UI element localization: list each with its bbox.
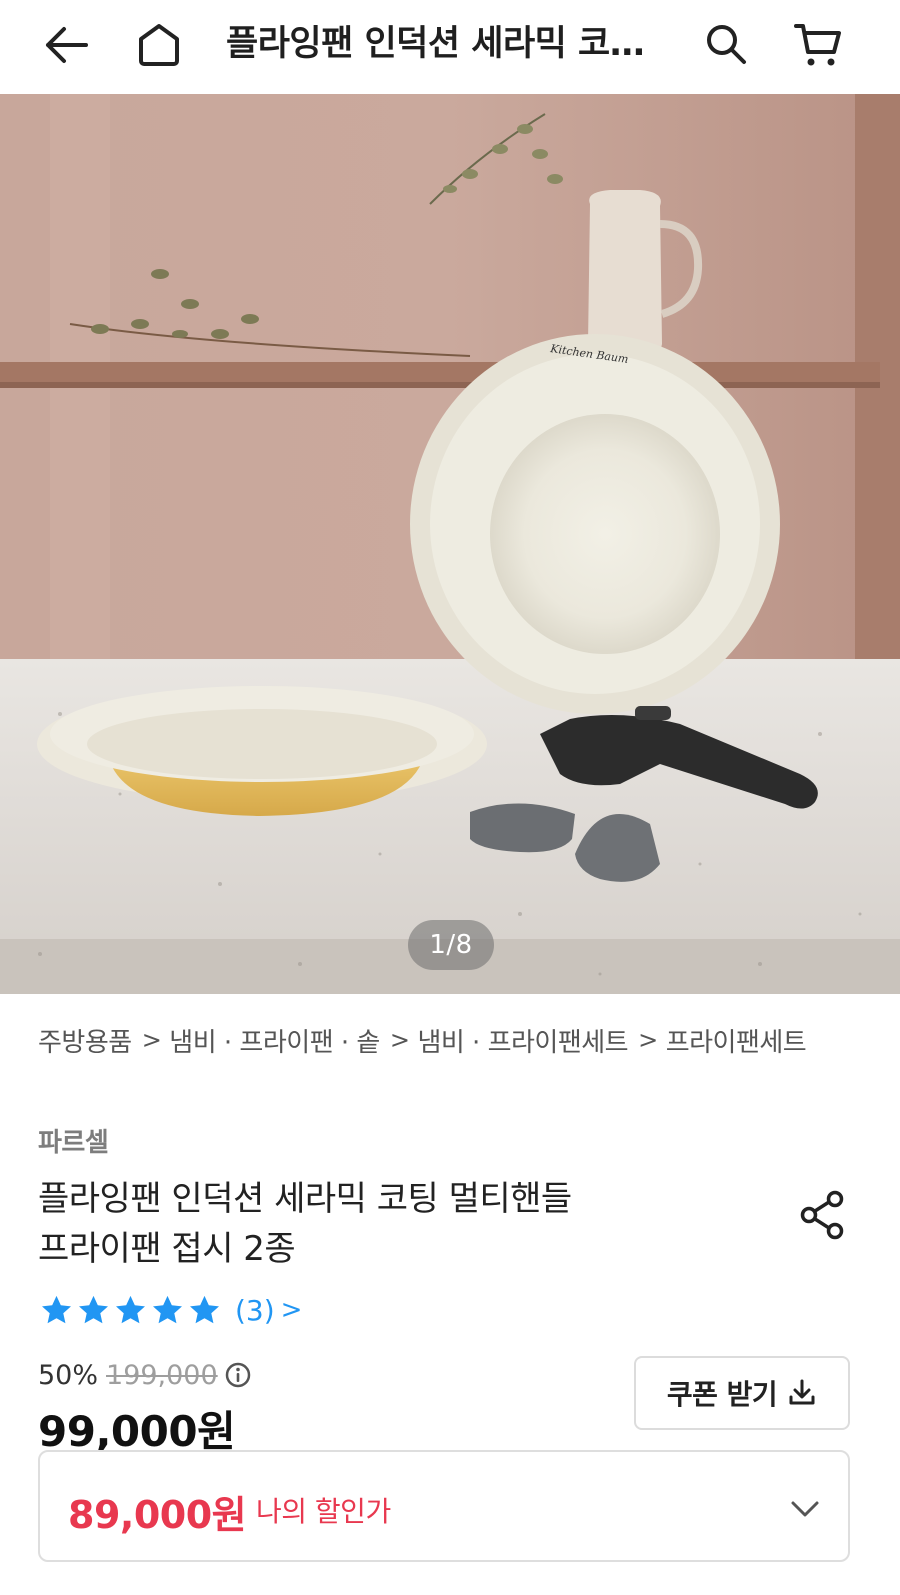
star-icon (79, 1295, 108, 1323)
home-button[interactable] (132, 18, 186, 72)
rating-row[interactable]: (3) > (38, 1290, 302, 1330)
star-icon (190, 1295, 219, 1323)
info-icon[interactable] (224, 1361, 252, 1389)
product-title-line-2: 프라이팬 접시 2종 (38, 1229, 296, 1269)
breadcrumb-item-pan-sets[interactable]: 냄비 · 프라이팬세트 (417, 1022, 628, 1059)
product-title-line-1: 플라잉팬 인덕션 세라믹 코팅 멀티핸들 (38, 1179, 572, 1219)
breadcrumb: 주방용품 > 냄비 · 프라이팬 · 솥 > 냄비 · 프라이팬세트 > 프라이… (38, 1018, 807, 1062)
search-button[interactable] (700, 18, 752, 70)
original-price: 199,000 (106, 1359, 218, 1391)
product-title: 플라잉팬 인덕션 세라믹 코팅 멀티핸들 프라이팬 접시 2종 (38, 1174, 738, 1274)
star-icon (153, 1295, 182, 1323)
cart-icon (794, 24, 841, 66)
share-button[interactable] (800, 1190, 850, 1240)
star-icon (116, 1295, 145, 1323)
coupon-label: 쿠폰 받기 (666, 1378, 778, 1411)
seller-name[interactable]: 파르셀 (38, 1122, 109, 1159)
search-icon (707, 25, 746, 64)
rating-stars (38, 1292, 223, 1329)
star-icon (42, 1295, 71, 1323)
gallery-page-indicator: 1/8 (408, 920, 494, 970)
breadcrumb-item-frying-pan-set[interactable]: 프라이팬세트 (666, 1022, 807, 1059)
my-discount-price: 89,000원 (68, 1493, 247, 1537)
chevron-down-icon (791, 1501, 819, 1517)
breadcrumb-item-kitchen[interactable]: 주방용품 (38, 1022, 132, 1059)
my-discount-price-label: 나의 할인가 (256, 1495, 391, 1528)
my-discount-price-dropdown[interactable]: 89,000원 나의 할인가 (38, 1450, 850, 1562)
breadcrumb-separator: > (638, 1026, 658, 1054)
breadcrumb-separator: > (389, 1026, 410, 1054)
top-app-bar: 플라잉팬 인덕션 세라믹 코… (0, 0, 900, 94)
breadcrumb-separator: > (141, 1026, 162, 1054)
chevron-right-icon: > (280, 1295, 303, 1325)
discount-row: 50% 199,000 (38, 1355, 252, 1395)
back-arrow-icon (46, 27, 88, 63)
download-icon (789, 1379, 815, 1405)
breadcrumb-item-pots-pans[interactable]: 냄비 · 프라이팬 · 솥 (169, 1022, 380, 1059)
back-button[interactable] (38, 20, 94, 70)
get-coupon-button[interactable]: 쿠폰 받기 (634, 1356, 850, 1430)
cart-button[interactable] (790, 16, 846, 72)
discount-rate: 50% (38, 1359, 99, 1391)
review-count-link[interactable]: (3) > (235, 1294, 302, 1327)
page-title: 플라잉팬 인덕션 세라믹 코… (226, 24, 645, 64)
product-photo: Kitchen Baum (0, 94, 900, 994)
review-count: (3) (235, 1293, 275, 1327)
share-icon (800, 1190, 844, 1240)
home-icon (139, 24, 179, 66)
product-image-gallery[interactable]: Kitchen Baum (0, 94, 900, 994)
